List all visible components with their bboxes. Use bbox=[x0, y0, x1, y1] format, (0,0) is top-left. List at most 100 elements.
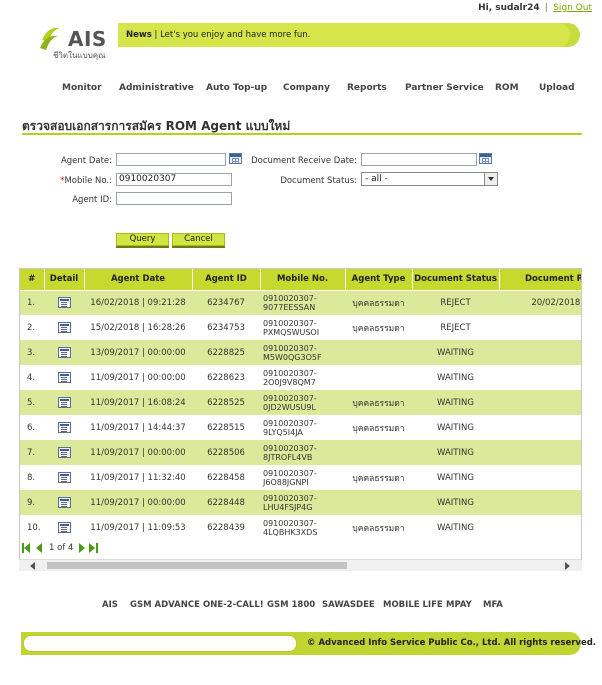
mobile-number-line2: 9077EESSAN bbox=[263, 302, 316, 312]
table-row[interactable]: 2. 15/02/2018 | 16:28:26 6234753 0910020307… bbox=[20, 315, 581, 340]
column-header[interactable]: Mobile No. bbox=[260, 269, 346, 291]
next-page-icon[interactable] bbox=[78, 543, 87, 553]
detail-cell bbox=[44, 290, 84, 315]
column-header[interactable]: Agent Type bbox=[345, 269, 413, 291]
footer-link-ais[interactable]: AIS bbox=[102, 600, 118, 610]
mobile-number-line2: 9LYQ5I4JA bbox=[263, 427, 303, 437]
column-header[interactable]: Agent Date bbox=[84, 269, 193, 291]
agent-id-cell: 6234767 bbox=[192, 290, 260, 315]
last-page-icon[interactable] bbox=[89, 543, 98, 553]
mobile-number-cell: 0910020307- 9077EESSAN bbox=[260, 290, 345, 315]
column-header[interactable]: Document Receive bbox=[499, 269, 581, 291]
mobile-label-wrap: *Mobile No.: bbox=[40, 176, 112, 186]
query-button[interactable]: Query bbox=[116, 233, 169, 246]
agent-id-input[interactable] bbox=[116, 192, 232, 205]
menu-item-company[interactable]: Company bbox=[283, 83, 330, 93]
row-number: 1. bbox=[20, 290, 44, 315]
agent-date-calendar-icon[interactable] bbox=[229, 153, 242, 164]
column-header[interactable]: Agent ID bbox=[192, 269, 261, 291]
footer-link-sawasdee[interactable]: SAWASDEE bbox=[322, 600, 375, 610]
document-status-select[interactable]: - all - bbox=[361, 172, 498, 186]
scrollbar-thumb[interactable] bbox=[47, 562, 347, 569]
table-row[interactable]: 8. 11/09/2017 | 11:32:40 6228458 0910020307… bbox=[20, 465, 581, 490]
sign-out-link[interactable]: Sign Out bbox=[553, 3, 592, 13]
mobile-number-input[interactable]: 0910020307 bbox=[116, 173, 232, 186]
document-receive-cell bbox=[499, 340, 581, 365]
detail-document-icon[interactable] bbox=[57, 422, 71, 433]
agent-type-cell: บุคคลธรรมดา bbox=[345, 290, 412, 315]
menu-item-rom[interactable]: ROM bbox=[495, 83, 519, 93]
table-row[interactable]: 9. 11/09/2017 | 00:00:00 6228448 0910020307… bbox=[20, 490, 581, 515]
mobile-number-line2: 2O0J9V8QM7 bbox=[263, 377, 316, 387]
scroll-right-icon[interactable] bbox=[565, 562, 570, 570]
chevron-down-icon bbox=[484, 173, 497, 185]
previous-page-icon[interactable] bbox=[35, 543, 44, 553]
agent-date-cell: 15/02/2018 | 16:28:26 bbox=[84, 315, 192, 340]
document-status-cell: WAITING bbox=[412, 490, 499, 515]
menu-item-upload[interactable]: Upload bbox=[539, 83, 575, 93]
horizontal-scrollbar[interactable] bbox=[19, 559, 582, 571]
agent-date-cell: 11/09/2017 | 00:00:00 bbox=[84, 490, 192, 515]
menu-item-partner-service[interactable]: Partner Service bbox=[405, 83, 484, 93]
table-row[interactable]: 6. 11/09/2017 | 14:44:37 6228515 0910020307… bbox=[20, 415, 581, 440]
mobile-number-line1: 0910020307- bbox=[263, 393, 317, 403]
document-status-cell: WAITING bbox=[412, 415, 499, 440]
document-receive-date-input[interactable] bbox=[361, 153, 477, 166]
agent-date-label: Agent Date: bbox=[60, 156, 112, 166]
news-ticker: News | Let's you enjoy and have more fun… bbox=[126, 30, 310, 40]
cancel-button-shadow bbox=[172, 246, 225, 248]
footer-link-gsm-advance[interactable]: GSM ADVANCE bbox=[130, 600, 200, 610]
footer-link-mpay[interactable]: MPAY bbox=[446, 600, 472, 610]
footer-link-gsm-1800[interactable]: GSM 1800 bbox=[267, 600, 315, 610]
detail-document-icon[interactable] bbox=[57, 447, 71, 458]
column-header[interactable]: # bbox=[20, 269, 45, 291]
footer-link-mfa[interactable]: MFA bbox=[483, 600, 503, 610]
mobile-number-line2: M5W0QG3O5F bbox=[263, 352, 322, 362]
agent-type-cell: บุคคลธรรมดา bbox=[345, 315, 412, 340]
column-header[interactable]: Detail bbox=[44, 269, 85, 291]
document-receive-cell bbox=[499, 515, 581, 540]
scroll-left-icon[interactable] bbox=[30, 562, 35, 570]
menu-item-reports[interactable]: Reports bbox=[347, 83, 387, 93]
table-row[interactable]: 7. 11/09/2017 | 00:00:00 6228506 0910020307… bbox=[20, 440, 581, 465]
table-row[interactable]: 3. 13/09/2017 | 00:00:00 6228825 0910020307… bbox=[20, 340, 581, 365]
query-button-shadow bbox=[116, 246, 169, 248]
document-status-cell: WAITING bbox=[412, 340, 499, 365]
detail-document-icon[interactable] bbox=[57, 397, 71, 408]
menu-item-administrative[interactable]: Administrative bbox=[119, 83, 194, 93]
cancel-button[interactable]: Cancel bbox=[172, 233, 225, 246]
news-separator: | bbox=[154, 30, 158, 40]
agent-id-cell: 6228458 bbox=[192, 465, 260, 490]
footer-link-mobile-life[interactable]: MOBILE LIFE bbox=[383, 600, 443, 610]
table-row[interactable]: 1. 16/02/2018 | 09:21:28 6234767 0910020307… bbox=[20, 290, 581, 315]
agent-id-cell: 6228448 bbox=[192, 490, 260, 515]
table-row[interactable]: 5. 11/09/2017 | 16:08:24 6228525 0910020307… bbox=[20, 390, 581, 415]
detail-cell bbox=[44, 340, 84, 365]
detail-document-icon[interactable] bbox=[57, 372, 71, 383]
table-row[interactable]: 4. 11/09/2017 | 00:00:00 6228623 0910020307… bbox=[20, 365, 581, 390]
menu-item-monitor[interactable]: Monitor bbox=[62, 83, 102, 93]
main-menu: Monitor Administrative Auto Top-up Compa… bbox=[0, 83, 602, 97]
agent-date-cell: 11/09/2017 | 00:00:00 bbox=[84, 365, 192, 390]
first-page-icon[interactable] bbox=[22, 543, 31, 553]
detail-document-icon[interactable] bbox=[57, 522, 71, 533]
detail-document-icon[interactable] bbox=[57, 497, 71, 508]
column-header[interactable]: Document Status bbox=[412, 269, 500, 291]
agent-id-cell: 6228439 bbox=[192, 515, 260, 540]
detail-document-icon[interactable] bbox=[57, 347, 71, 358]
mobile-number-cell: 0910020307- PXMQSWUSOI bbox=[260, 315, 345, 340]
news-label: News bbox=[126, 30, 152, 40]
table-row[interactable]: 10. 11/09/2017 | 11:09:53 6228439 091002030… bbox=[20, 515, 581, 540]
mobile-number-line2: 0JD2WUSU9L bbox=[263, 402, 316, 412]
detail-document-icon[interactable] bbox=[57, 472, 71, 483]
detail-document-icon[interactable] bbox=[57, 322, 71, 333]
document-status-cell: WAITING bbox=[412, 515, 499, 540]
current-page: 1 bbox=[49, 543, 55, 553]
menu-item-auto-top-up[interactable]: Auto Top-up bbox=[206, 83, 267, 93]
agent-date-input[interactable] bbox=[116, 153, 226, 166]
footer-search-field[interactable] bbox=[23, 635, 297, 652]
document-receive-calendar-icon[interactable] bbox=[479, 153, 492, 164]
footer-links: AIS GSM ADVANCE ONE-2-CALL! GSM 1800 SAW… bbox=[0, 600, 602, 612]
detail-document-icon[interactable] bbox=[57, 297, 71, 309]
footer-link-one-2-call[interactable]: ONE-2-CALL! bbox=[203, 600, 264, 610]
